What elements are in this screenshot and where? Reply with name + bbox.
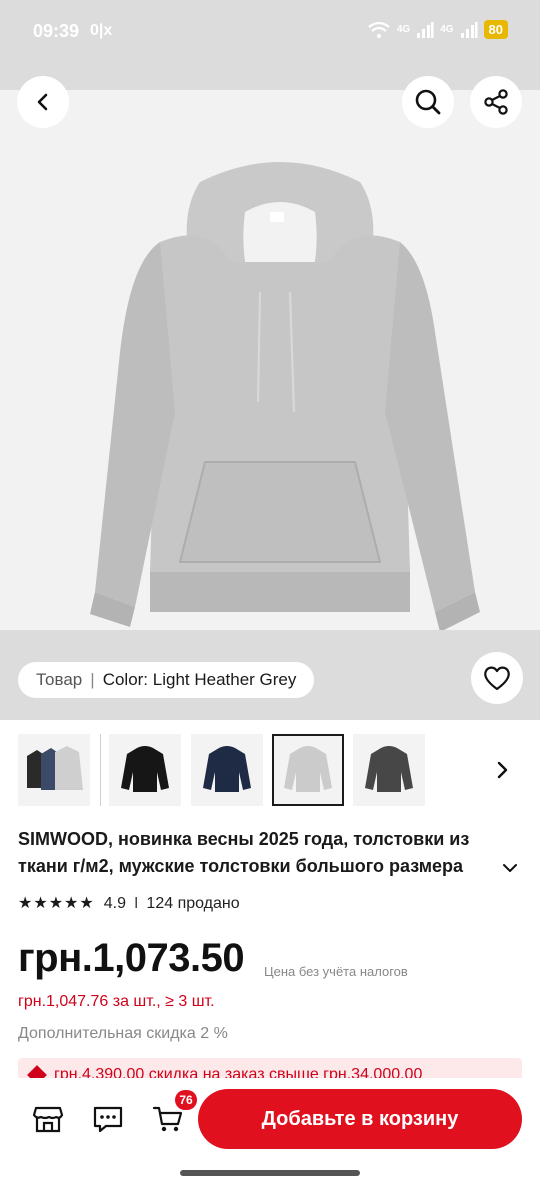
star-icon: ★ bbox=[33, 895, 48, 912]
battery-indicator: 80 bbox=[483, 20, 508, 39]
home-indicator[interactable] bbox=[180, 1170, 360, 1176]
rating-value: 4.9 bbox=[103, 895, 126, 912]
thumbnail-navy[interactable] bbox=[191, 734, 263, 806]
thumbnail-multi-color[interactable] bbox=[18, 734, 90, 806]
tax-note: Цена без учёта налогов bbox=[264, 964, 408, 979]
share-icon bbox=[484, 89, 508, 115]
status-bar: 09:39 0|x 4G 4G 80 bbox=[0, 0, 540, 62]
promo-text: грн.4,390.00 скидка на заказ свыше грн.3… bbox=[54, 1066, 423, 1078]
star-icon: ★ bbox=[64, 895, 79, 912]
product-image-area[interactable]: Товар | Color: Light Heather Grey bbox=[0, 62, 540, 720]
thumbnail-light-heather-grey[interactable] bbox=[272, 734, 344, 806]
promo-banner[interactable]: грн.4,390.00 скидка на заказ свыше грн.3… bbox=[18, 1058, 522, 1078]
bottom-action-bar: 76 Добавьте в корзину bbox=[0, 1078, 540, 1188]
heart-icon bbox=[484, 666, 510, 691]
back-button[interactable] bbox=[17, 76, 69, 128]
status-time: 09:39 bbox=[33, 21, 80, 41]
signal-icon bbox=[460, 21, 478, 38]
variant-chip[interactable]: Товар | Color: Light Heather Grey bbox=[18, 662, 315, 698]
rating-separator: I bbox=[133, 895, 139, 912]
thumbnail-dark-grey[interactable] bbox=[353, 734, 425, 806]
hoodie-thumbnail-image bbox=[284, 746, 332, 792]
star-icon: ★ bbox=[48, 895, 64, 912]
hoodie-thumbnail-image bbox=[203, 746, 251, 792]
product-title: SIMWOOD, новинка весны 2025 года, толсто… bbox=[18, 829, 470, 876]
extra-discount: Дополнительная скидка 2 % bbox=[18, 1025, 228, 1042]
chevron-down-icon bbox=[503, 864, 517, 872]
notification-icon: 0|x bbox=[90, 22, 113, 39]
favorite-button[interactable] bbox=[471, 652, 523, 704]
star-icon: ★ bbox=[18, 895, 33, 912]
search-button[interactable] bbox=[402, 76, 454, 128]
chevron-right-icon bbox=[497, 761, 508, 779]
product-price: грн.1,073.50 bbox=[18, 936, 245, 980]
signal-4g-label-1: 4G bbox=[396, 24, 411, 35]
store-icon bbox=[32, 1106, 64, 1133]
hoodie-thumbnail-image bbox=[121, 746, 169, 792]
store-button[interactable] bbox=[31, 1102, 65, 1136]
chat-button[interactable] bbox=[91, 1102, 125, 1136]
rating-row[interactable]: ★ ★ ★ ★ ★ 4.9 I 124 продано bbox=[18, 895, 240, 913]
variant-value: Color: Light Heather Grey bbox=[102, 670, 297, 689]
bulk-price: грн.1,047.76 за шт., ≥ 3 шт. bbox=[18, 993, 215, 1010]
cart-count-badge: 76 bbox=[175, 1090, 197, 1110]
wifi-icon bbox=[368, 21, 390, 38]
star-icon: ★ bbox=[79, 895, 94, 912]
signal-icon bbox=[417, 21, 434, 38]
signal-4g-label-2: 4G bbox=[440, 24, 454, 35]
coupon-icon bbox=[27, 1065, 47, 1078]
thumbnail-black[interactable] bbox=[109, 734, 181, 806]
color-thumbnails bbox=[18, 734, 522, 806]
hoodie-product-image bbox=[90, 162, 480, 632]
chat-icon bbox=[93, 1106, 123, 1133]
thumbnails-next-button[interactable] bbox=[488, 756, 516, 784]
variant-label: Товар bbox=[36, 670, 83, 689]
star-rating: ★ ★ ★ ★ ★ bbox=[18, 896, 94, 912]
hoodie-thumbnail-image bbox=[365, 746, 413, 792]
share-button[interactable] bbox=[470, 76, 522, 128]
status-indicators: 4G 4G 80 bbox=[367, 20, 508, 39]
search-icon bbox=[415, 89, 441, 115]
expand-title-button[interactable] bbox=[500, 858, 520, 878]
add-to-cart-button[interactable]: Добавьте в корзину bbox=[198, 1089, 522, 1149]
sold-count: 124 продано bbox=[146, 895, 240, 912]
hoodie-thumbnail-image bbox=[27, 746, 83, 790]
chevron-left-icon bbox=[37, 93, 48, 111]
variant-separator: | bbox=[90, 670, 95, 689]
